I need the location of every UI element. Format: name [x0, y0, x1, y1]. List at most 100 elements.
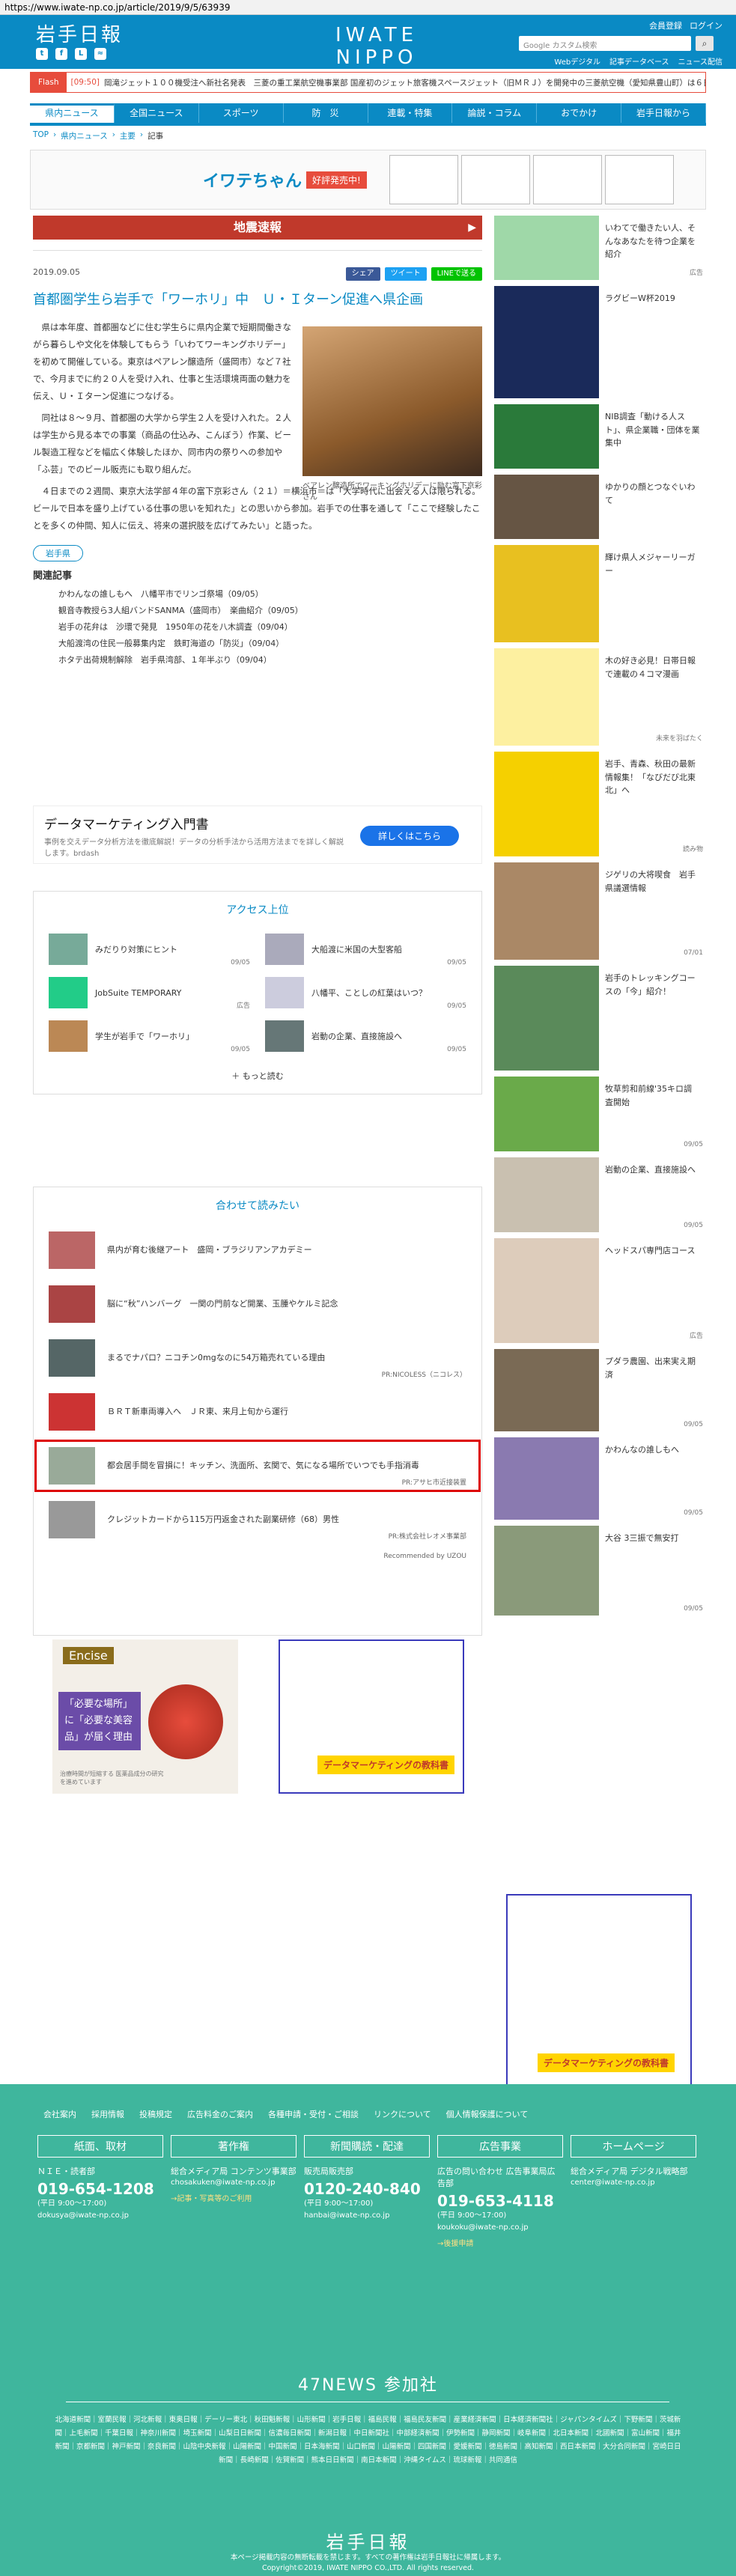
- email-link[interactable]: koukoku@iwate-np.co.jp: [437, 2222, 563, 2234]
- related-item[interactable]: 大船渡湾の住民一般募集内定 鉄町海道の「防災」（09/04）: [33, 636, 482, 652]
- breadcrumb-top[interactable]: TOP: [33, 130, 49, 141]
- sidebar-item[interactable]: 岩動の企業、直接施設へ 09/05: [494, 1157, 706, 1232]
- phone-number[interactable]: 019-654-1208: [37, 2180, 163, 2198]
- global-nav: 県内ニュース 全国ニュース スポーツ 防 災 連載・特集 論説・コラム おでかけ…: [30, 103, 706, 123]
- subnav-database[interactable]: 記事データベース: [609, 55, 669, 67]
- site-header: 岩手日報 t f L ≈ IWATE NIPPO 2019.09.06. 金 会…: [0, 15, 736, 82]
- ranking-item[interactable]: みだりり対策にヒント 09/05: [49, 928, 250, 971]
- footer-link[interactable]: 個人情報保護について: [446, 2108, 529, 2120]
- site-logo[interactable]: 岩手日報: [36, 19, 123, 47]
- encise-small: 治療時間が短縮する 医薬品成分の研究を進めています: [60, 1770, 164, 1785]
- search-input[interactable]: Google カスタム検索: [519, 36, 691, 51]
- data-marketing-ad[interactable]: データマーケティング入門書 事例を交えデータ分析方法を徹底解説！データの分析手法…: [33, 806, 482, 864]
- email-link[interactable]: dokusya@iwate-np.co.jp: [37, 2210, 163, 2222]
- register-link[interactable]: 会員登録: [649, 19, 682, 31]
- press-list[interactable]: 北海道新聞｜室蘭民報｜河北新報｜東奥日報｜デーリー東北｜秋田魁新報｜山形新聞｜岩…: [52, 2414, 684, 2467]
- phone-number[interactable]: 0120-240-840: [304, 2180, 430, 2198]
- sidebar-item[interactable]: 輝け県人メジャーリーガー: [494, 545, 706, 642]
- article-tag[interactable]: 岩手県: [33, 545, 83, 561]
- ranking-item[interactable]: 岩動の企業、直接施設へ 09/05: [265, 1014, 466, 1058]
- recommend-item[interactable]: 脳に“秋”ハンバーグ 一関の門前など開業、玉腫やケルミ記念: [34, 1277, 481, 1331]
- twitter-icon[interactable]: t: [36, 48, 48, 60]
- photo-use-link[interactable]: →記事・写真等のご利用: [171, 2192, 296, 2203]
- ranking-item[interactable]: JobSuite TEMPORARY 広告: [49, 971, 250, 1014]
- footer-link[interactable]: 投稿規定: [139, 2108, 172, 2120]
- nav-from-iwate-nippo[interactable]: 岩手日報から: [621, 103, 706, 123]
- nav-prefecture-news[interactable]: 県内ニュース: [30, 103, 115, 123]
- nav-national-news[interactable]: 全国ニュース: [115, 103, 199, 123]
- ranking-item[interactable]: 大船渡に米国の大型客船 09/05: [265, 928, 466, 971]
- email-link[interactable]: chosakuken@iwate-np.co.jp: [171, 2177, 296, 2189]
- sidebar-item[interactable]: 木の好き必見！日帯日報で連載の４コマ漫画 未来を羽ばたく: [494, 648, 706, 746]
- breadcrumb-main[interactable]: 主要: [120, 130, 136, 141]
- ranking-item[interactable]: 八幡平、ことしの紅葉はいつ？ 09/05: [265, 971, 466, 1014]
- more-button[interactable]: ＋ もっと読む: [34, 1058, 481, 1094]
- sidebar-item[interactable]: いわてで働きたい人、そんなあなたを待つ企業を紹介 広告: [494, 216, 706, 280]
- nav-sports[interactable]: スポーツ: [199, 103, 284, 123]
- apple-image: [148, 1684, 223, 1759]
- sidebar-item[interactable]: ラグビーW杯2019: [494, 286, 706, 398]
- recommend-item-highlighted[interactable]: 都会居手間を冒損に！キッチン、洗面所、玄関で、気になる場所でいつでも手指消毒 PR…: [34, 1439, 481, 1493]
- line-share-button[interactable]: LINEで送る: [431, 267, 482, 281]
- earthquake-alert-button[interactable]: 地震速報 ▶: [33, 216, 482, 240]
- breadcrumb-prefecture[interactable]: 県内ニュース: [61, 130, 107, 141]
- sidebar-item[interactable]: 岩手のトレッキングコースの「今」紹介！: [494, 966, 706, 1071]
- comic-ad[interactable]: データマーケティングの教科書: [279, 1639, 464, 1794]
- sidebar-item[interactable]: 大谷 3三振で無安打 09/05: [494, 1526, 706, 1616]
- subnav-web[interactable]: Webデジタル: [554, 55, 600, 67]
- sidebar-item[interactable]: ゆかりの顔とつなぐいわて: [494, 475, 706, 539]
- recommend-item[interactable]: クレジットカードから115万円返金された副業研修（68）男性 PR:株式会社レオメ…: [34, 1493, 481, 1547]
- recommend-item[interactable]: 県内が育む後継アート 盛岡・ブラジリアンアカデミー: [34, 1223, 481, 1277]
- sidebar-item[interactable]: ジゲリの大将喫食 岩手県議選情報 07/01: [494, 862, 706, 960]
- encise-message: 「必要な場所」に「必要な美容品」が届く理由: [58, 1692, 141, 1751]
- ad-cta-button[interactable]: 詳しくはこちら: [359, 826, 459, 846]
- flash-news[interactable]: Flash [09:50] 岡滝ジェット１００機受注へ新社名発表 三菱の重工業航…: [30, 72, 706, 93]
- recommend-title: 合わせて読みたい: [216, 1200, 299, 1212]
- uzou-credit[interactable]: Recommended by UZOU: [34, 1547, 481, 1566]
- email-link[interactable]: hanbai@iwate-np.co.jp: [304, 2210, 430, 2222]
- footer: 会社案内 採用情報 投稿規定 広告料金のご案内 各種申請・受付・ご相談 リンクに…: [0, 2084, 736, 2576]
- footer-link[interactable]: 会社案内: [43, 2108, 76, 2120]
- footer-logo[interactable]: 岩手日報: [0, 2527, 736, 2554]
- sidebar-item[interactable]: プダラ農園、出来実え期済 09/05: [494, 1349, 706, 1431]
- address-bar[interactable]: https://www.iwate-np.co.jp/article/2019/…: [0, 0, 736, 15]
- article-photo[interactable]: [302, 326, 482, 476]
- footer-link[interactable]: 広告料金のご案内: [187, 2108, 253, 2120]
- facebook-share-button[interactable]: シェア: [345, 267, 380, 281]
- sidebar-item[interactable]: NIB調査「動ける人スト」、県企業職・団体を業集中: [494, 404, 706, 469]
- twitter-share-button[interactable]: ツイート: [384, 267, 427, 281]
- footer-link[interactable]: 各種申請・受付・ご相談: [268, 2108, 359, 2120]
- nav-disaster[interactable]: 防 災: [284, 103, 368, 123]
- sidebar-item[interactable]: かわんなの誰しもへ 09/05: [494, 1437, 706, 1520]
- comic-ad-2[interactable]: データマーケティングの教科書: [506, 1894, 692, 2092]
- bottom-ads: Encise 「必要な場所」に「必要な美容品」が届く理由 治療時間が短縮する 医…: [52, 1639, 464, 1794]
- facebook-icon[interactable]: f: [55, 48, 67, 60]
- footer-link[interactable]: 採用情報: [91, 2108, 124, 2120]
- article-title: 首都圏学生ら岩手で「ワーホリ」中 Ｕ・Ｉターン促進へ県企画: [33, 292, 424, 308]
- rss-icon[interactable]: ≈: [94, 48, 106, 60]
- sponsorship-link[interactable]: →後援申請: [437, 2237, 563, 2248]
- related-item[interactable]: 岩手の花弁は 沙環で発見 1950年の花を八木調査（09/04）: [33, 619, 482, 636]
- recommend-item[interactable]: ＢＲＴ新車両導入へ ＪＲ東、来月上旬から運行: [34, 1385, 481, 1439]
- line-icon[interactable]: L: [75, 48, 87, 60]
- related-item[interactable]: 観音寺教授ら3人組バンドSANMA（盛岡市） 楽曲紹介（09/05）: [33, 603, 482, 619]
- nav-outing[interactable]: おでかけ: [537, 103, 622, 123]
- sidebar-item[interactable]: 岩手、青森、秋田の最新情報集！「なびだび北東北」へ 読み物: [494, 752, 706, 856]
- sidebar-item[interactable]: 牧草剪和前線'35キロ調査開始 09/05: [494, 1077, 706, 1151]
- nav-columns[interactable]: 論説・コラム: [452, 103, 538, 123]
- subnav-news[interactable]: ニュース配信: [678, 55, 723, 67]
- encise-ad[interactable]: Encise 「必要な場所」に「必要な美容品」が届く理由 治療時間が短縮する 医…: [52, 1639, 238, 1794]
- phone-number[interactable]: 019-653-4118: [437, 2192, 563, 2210]
- email-link[interactable]: center@iwate-np.co.jp: [571, 2177, 696, 2189]
- top-banner-ad[interactable]: イワテちゃん 好評発売中!: [30, 150, 706, 210]
- sidebar-item[interactable]: ヘッドスパ専門店コース 広告: [494, 1238, 706, 1343]
- login-link[interactable]: ログイン: [690, 19, 723, 31]
- footer-link[interactable]: リンクについて: [374, 2108, 431, 2120]
- related-item[interactable]: ホタテ出荷規制解除 岩手県湾部、１年半ぶり（09/04）: [33, 652, 482, 669]
- search-icon[interactable]: ⌕: [696, 36, 714, 51]
- recommend-item[interactable]: まるでナパロ？ニコチン0mgなのに54万箱売れている理由 PR:NICOLESS（…: [34, 1331, 481, 1385]
- comic-caption-2: データマーケティングの教科書: [538, 2053, 675, 2072]
- nav-features[interactable]: 連載・特集: [368, 103, 453, 123]
- ranking-item[interactable]: 学生が岩手で「ワーホリ」 09/05: [49, 1014, 250, 1058]
- related-item[interactable]: かわんなの誰しもへ 八幡平市でリンゴ祭場（09/05）: [33, 586, 482, 603]
